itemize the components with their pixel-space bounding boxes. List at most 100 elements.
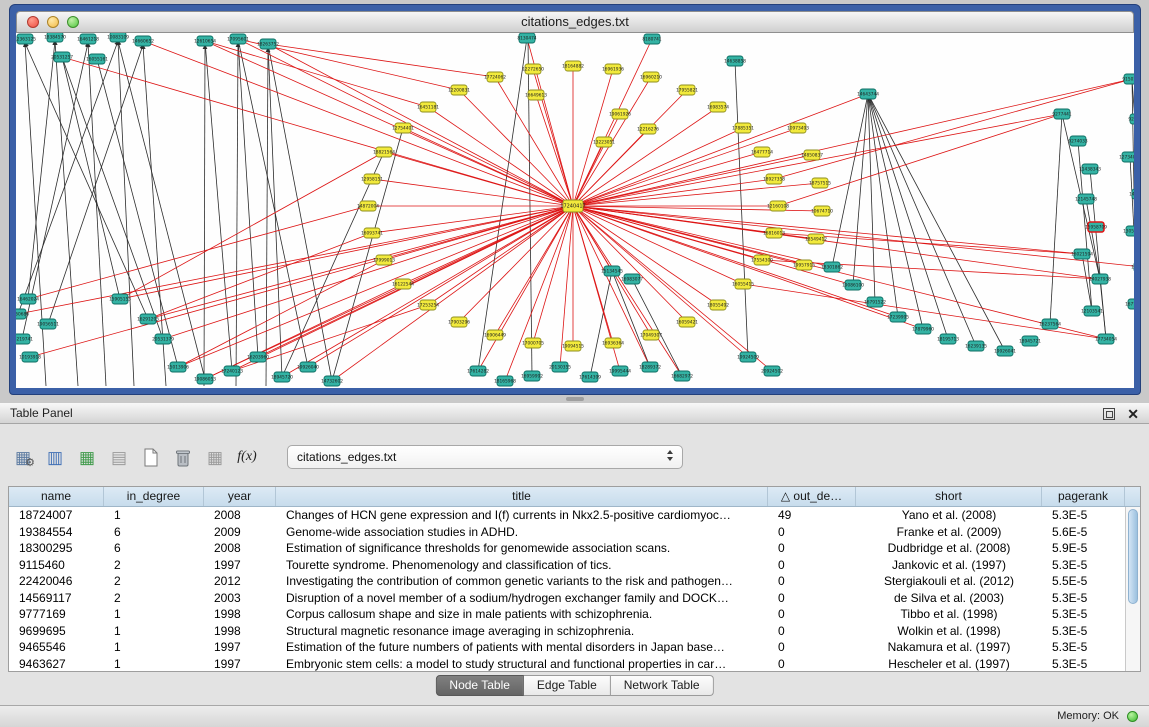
tab-edge-table[interactable]: Edge Table: [524, 675, 611, 696]
svg-text:16961936: 16961936: [602, 67, 624, 73]
column-header-in-degree[interactable]: in_degree: [104, 487, 204, 506]
graph-node: 16477714: [751, 147, 773, 157]
svg-text:12145748: 12145748: [1075, 197, 1097, 203]
svg-text:16093741: 16093741: [361, 231, 383, 237]
svg-text:16122544: 16122544: [392, 282, 414, 288]
tab-node-table[interactable]: Node Table: [435, 675, 524, 696]
graph-node: 17614399: [579, 372, 601, 382]
graph-edge: [384, 152, 573, 206]
graph-node: 12160108: [767, 201, 789, 211]
graph-edge: [282, 206, 573, 377]
function-builder-button[interactable]: f(x): [234, 444, 260, 470]
column-header-title[interactable]: title: [276, 487, 768, 506]
table-cell: Wolkin et al. (1998): [856, 623, 1042, 640]
table-row[interactable]: 2242004622012Investigating the contribut…: [9, 573, 1140, 590]
column-header-year[interactable]: year: [204, 487, 276, 506]
graph-node: 13223051: [593, 137, 615, 147]
graph-edge: [236, 43, 238, 386]
table-panel-header[interactable]: Table Panel ✕: [0, 403, 1149, 424]
svg-text:19924509: 19924509: [737, 355, 759, 361]
graph-edge: [612, 271, 650, 367]
svg-text:12754401: 12754401: [392, 126, 414, 132]
graph-node: 16203960: [247, 352, 269, 362]
svg-text:16237564: 16237564: [1039, 322, 1061, 328]
svg-text:19061926: 19061926: [609, 112, 631, 118]
svg-text:17614282: 17614282: [467, 369, 489, 375]
svg-text:17554300: 17554300: [751, 258, 773, 264]
table-settings-button[interactable]: ▦ ⚙: [10, 444, 36, 470]
graph-node: 17885351: [732, 123, 754, 133]
table-row[interactable]: 946362711997Embryonic stem cells: a mode…: [9, 656, 1140, 673]
import-table-button[interactable]: ▦: [202, 444, 228, 470]
tab-network-table[interactable]: Network Table: [611, 675, 714, 696]
graph-node: 18195713: [937, 334, 959, 344]
graph-node: 16959992: [521, 371, 543, 381]
float-panel-icon[interactable]: [1103, 408, 1115, 420]
table-row[interactable]: 911546021997Tourette syndrome. Phenomeno…: [9, 557, 1140, 574]
graph-node: 12610654: [194, 36, 216, 46]
svg-text:17724062: 17724062: [484, 75, 506, 81]
graph-node: 9274033: [1068, 136, 1087, 146]
row-tools-button[interactable]: ▤: [106, 444, 132, 470]
table-selector-dropdown[interactable]: citations_edges.txt: [287, 445, 683, 469]
graph-node: 18821564: [373, 147, 395, 157]
graph-node: 16960210: [640, 72, 662, 82]
scrollbar-thumb[interactable]: [1128, 509, 1138, 604]
svg-text:18289372: 18289372: [639, 365, 661, 371]
table-cell: 5.3E-5: [1042, 623, 1125, 640]
svg-text:17240123: 17240123: [221, 369, 243, 375]
table-row[interactable]: 1830029562008Estimation of significance …: [9, 540, 1140, 557]
table-cell: Disruption of a novel member of a sodium…: [276, 590, 768, 607]
graph-edge: [832, 94, 868, 267]
window-titlebar[interactable]: citations_edges.txt: [16, 11, 1134, 33]
table-cell: 2003: [204, 590, 276, 607]
table-cell: Corpus callosum shape and size in male p…: [276, 606, 768, 623]
column-header-out-degree[interactable]: △ out_de…: [768, 487, 856, 506]
column-header-short[interactable]: short: [856, 487, 1042, 506]
table-row[interactable]: 1938455462009Genome-wide association stu…: [9, 524, 1140, 541]
graph-edge: [573, 152, 762, 206]
graph-node: 20130355: [549, 362, 571, 372]
table-cell: Jankovic et al. (1997): [856, 557, 1042, 574]
column-header-pagerank[interactable]: pagerank: [1042, 487, 1125, 506]
graph-node: 16682972: [671, 371, 693, 381]
table-row[interactable]: 946554611997Estimation of the future num…: [9, 639, 1140, 656]
svg-text:18263752: 18263752: [257, 42, 279, 48]
svg-text:17903296: 17903296: [448, 320, 470, 326]
graph-edge: [163, 206, 573, 339]
graph-edge: [774, 79, 1132, 179]
table-row[interactable]: 977716911998Corpus callosum shape and si…: [9, 606, 1140, 623]
graph-edge: [205, 41, 232, 371]
table-row[interactable]: 1872400712008Changes of HCN gene express…: [9, 507, 1140, 524]
close-panel-icon[interactable]: ✕: [1127, 406, 1139, 422]
column-header-name[interactable]: name: [9, 487, 104, 506]
table-selector-value: citations_edges.txt: [297, 450, 396, 464]
graph-node: 14660652: [132, 36, 154, 46]
svg-text:19926040: 19926040: [297, 365, 319, 371]
svg-text:16682972: 16682972: [671, 374, 693, 380]
table-row[interactable]: 969969511998Structural magnetic resonanc…: [9, 623, 1140, 640]
network-view[interactable]: 1236312518384570164612181008310914660652…: [16, 33, 1134, 388]
table-panel-title: Table Panel: [10, 406, 73, 420]
delete-table-button[interactable]: [170, 444, 196, 470]
table-cell: Tourette syndrome. Phenomenology and cla…: [276, 557, 768, 574]
table-cell: 1997: [204, 557, 276, 574]
table-row[interactable]: 1456911722003Disruption of a novel membe…: [9, 590, 1140, 607]
table-toolbar: ▦ ⚙ ▥ ▦ ▤ ▦: [10, 443, 260, 471]
show-columns-button[interactable]: ▥: [42, 444, 68, 470]
table-cell: 1997: [204, 639, 276, 656]
graph-node: 18055492: [707, 300, 729, 310]
svg-text:18055492: 18055492: [707, 303, 729, 309]
graph-edge: [88, 43, 106, 386]
graph-edge: [868, 94, 976, 346]
trash-icon: [175, 448, 191, 467]
panel-splitter-handle[interactable]: [566, 397, 584, 401]
svg-text:19926041: 19926041: [994, 349, 1016, 355]
graph-node: 16055415: [732, 279, 754, 289]
graph-node: 14872004: [357, 201, 379, 211]
merge-tables-button[interactable]: ▦: [74, 444, 100, 470]
table-vertical-scrollbar[interactable]: [1125, 507, 1140, 671]
graph-node: 12754401: [392, 123, 414, 133]
create-table-button[interactable]: [138, 444, 164, 470]
table-cell: Structural magnetic resonance image aver…: [276, 623, 768, 640]
